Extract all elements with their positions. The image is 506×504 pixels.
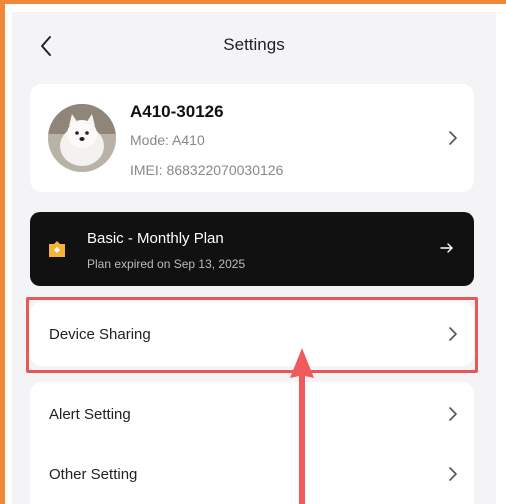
device-card[interactable]: A410-30126 Mode: A410 IMEI: 868322070030… <box>30 84 474 192</box>
device-sharing-label: Device Sharing <box>49 326 151 343</box>
device-mode: Mode: A410 <box>130 132 205 148</box>
chevron-right-icon <box>449 327 457 341</box>
plan-expiry: Plan expired on Sep 13, 2025 <box>87 257 246 271</box>
header: Settings <box>12 12 496 76</box>
device-avatar <box>48 104 116 172</box>
dog-photo-icon <box>48 104 116 172</box>
device-name: A410-30126 <box>130 102 224 121</box>
chevron-right-icon <box>449 467 457 481</box>
plan-banner[interactable]: Basic - Monthly Plan Plan expired on Sep… <box>30 212 474 286</box>
device-imei: IMEI: 868322070030126 <box>130 162 284 178</box>
settings-list: Alert Setting Other Setting <box>30 382 474 504</box>
settings-screen: Settings A410-30126 Mode: A410 IMEI: 868… <box>12 12 496 504</box>
chevron-right-icon <box>449 407 457 421</box>
plan-badge-icon <box>49 241 65 257</box>
alert-setting-row[interactable]: Alert Setting <box>49 406 131 423</box>
plan-title: Basic - Monthly Plan <box>87 230 224 247</box>
other-setting-row[interactable]: Other Setting <box>49 466 137 483</box>
page-title: Settings <box>223 35 285 54</box>
device-sharing-row[interactable]: Device Sharing <box>30 302 474 366</box>
arrow-right-icon <box>440 243 453 253</box>
chevron-right-icon <box>449 131 457 145</box>
annotation-arrow-icon <box>290 348 314 504</box>
